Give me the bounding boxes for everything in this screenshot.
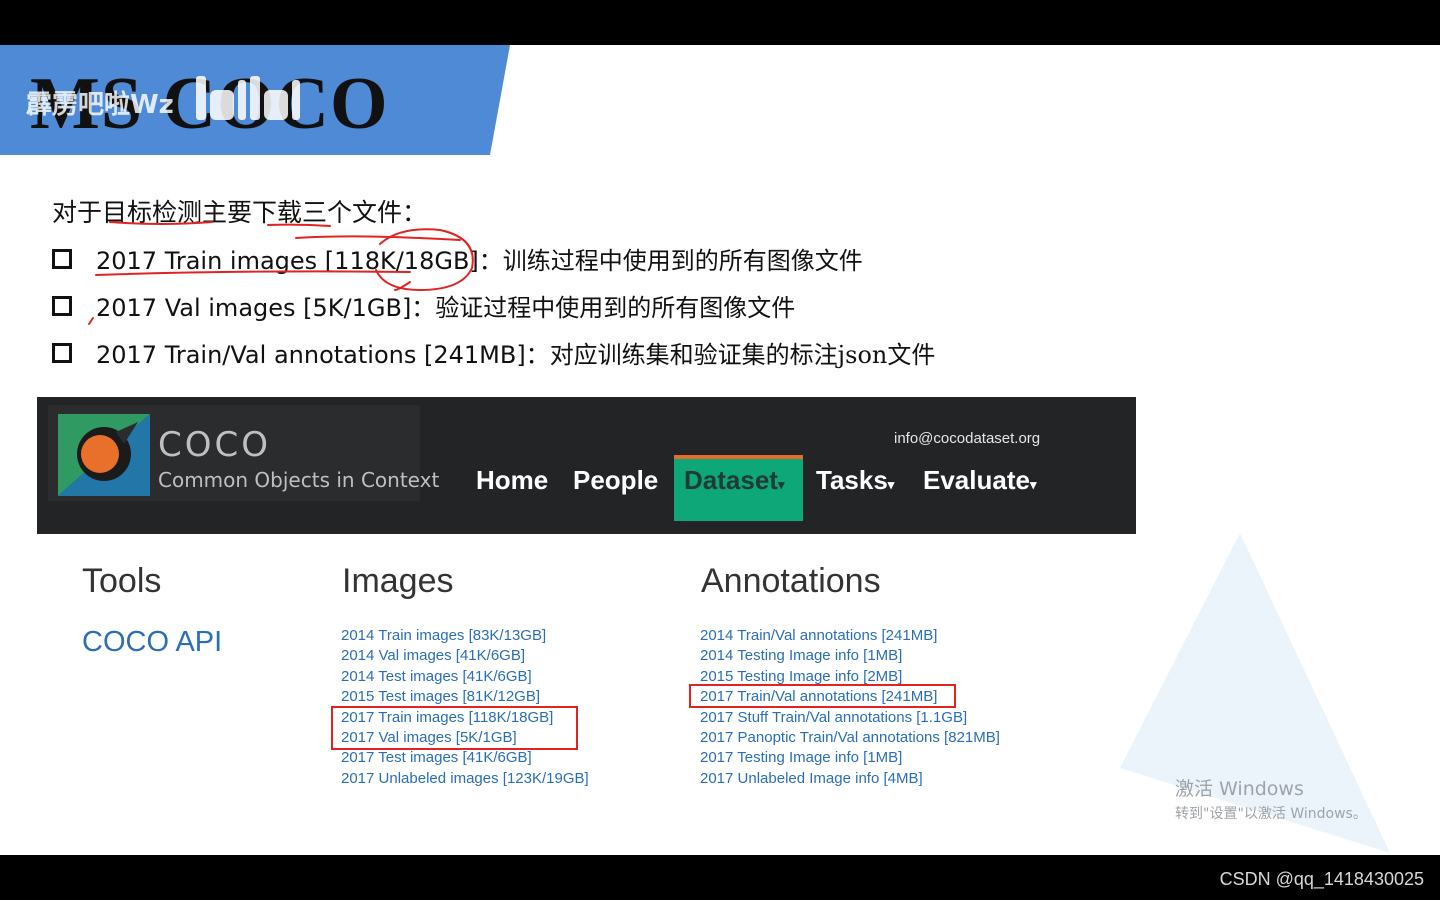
nav-dataset[interactable]: Dataset▾ [684, 465, 784, 496]
chevron-down-icon: ▾ [777, 477, 785, 492]
images-link[interactable]: 2017 Test images [41K/6GB] [341, 748, 589, 768]
bullet-text: 2017 Train images [118K/18GB]： [96, 247, 503, 275]
annotations-heading: Annotations [701, 562, 881, 600]
bullet-text: 2017 Val images [5K/1GB]： [96, 294, 436, 322]
uploader-watermark: 霹雳吧啦Wz [26, 90, 174, 120]
nav-evaluate[interactable]: Evaluate▾ [923, 465, 1036, 496]
annotations-link[interactable]: 2017 Stuff Train/Val annotations [1.1GB] [700, 708, 1000, 728]
images-link[interactable]: 2015 Test images [81K/12GB] [341, 687, 589, 707]
nav-home[interactable]: Home [476, 465, 548, 496]
images-heading: Images [342, 562, 454, 600]
coco-logo-subtitle: Common Objects in Context [158, 468, 440, 492]
coco-api-link[interactable]: COCO API [82, 626, 222, 659]
bullet-item: 2017 Train/Val annotations [241MB]： 对应训练… [52, 335, 935, 370]
nav-tasks[interactable]: Tasks▾ [816, 465, 894, 496]
images-link[interactable]: 2014 Test images [41K/6GB] [341, 667, 589, 687]
windows-activation-watermark: 激活 Windows 转到"设置"以激活 Windows。 [1175, 778, 1367, 822]
annotations-link[interactable]: 2014 Testing Image info [1MB] [700, 646, 1000, 666]
highlight-box-images [331, 706, 578, 750]
highlight-box-annotations [689, 684, 956, 708]
chevron-down-icon: ▾ [1029, 477, 1037, 492]
bullet-description: 对应训练集和验证集的标注json文件 [549, 341, 936, 369]
bullet-item: 2017 Train images [118K/18GB]： 训练过程中使用到的… [52, 241, 863, 276]
csdn-watermark: CSDN @qq_1418430025 [1219, 869, 1424, 889]
bullet-description: 训练过程中使用到的所有图像文件 [502, 247, 863, 275]
bullet-square-icon [52, 342, 72, 363]
chevron-down-icon: ▾ [887, 477, 895, 492]
annotations-link[interactable]: 2017 Unlabeled Image info [4MB] [700, 769, 1000, 789]
annotations-link[interactable]: 2017 Testing Image info [1MB] [700, 748, 1000, 768]
top-letterbox [0, 0, 1440, 45]
annotations-link[interactable]: 2014 Train/Val annotations [241MB] [700, 626, 1000, 646]
intro-text: 对于目标检测主要下载三个文件： [52, 198, 428, 227]
bullet-item: 2017 Val images [5K/1GB]： 验证过程中使用到的所有图像文… [52, 288, 795, 323]
tools-heading: Tools [82, 562, 162, 600]
nav-people[interactable]: People [573, 465, 658, 496]
bullet-description: 验证过程中使用到的所有图像文件 [435, 294, 796, 322]
images-link[interactable]: 2014 Train images [83K/13GB] [341, 626, 589, 646]
images-link[interactable]: 2014 Val images [41K/6GB] [341, 646, 589, 666]
coco-logo-title: COCO [158, 425, 272, 465]
bilibili-logo-icon [196, 76, 300, 120]
bullet-square-icon [52, 248, 72, 269]
images-link[interactable]: 2017 Unlabeled images [123K/19GB] [341, 769, 589, 789]
bullet-text: 2017 Train/Val annotations [241MB]： [96, 341, 550, 369]
coco-logo-icon [58, 414, 150, 496]
annotations-link[interactable]: 2017 Panoptic Train/Val annotations [821… [700, 728, 1000, 748]
contact-email-link[interactable]: info@cocodataset.org [894, 430, 1040, 447]
bullet-square-icon [52, 295, 72, 316]
